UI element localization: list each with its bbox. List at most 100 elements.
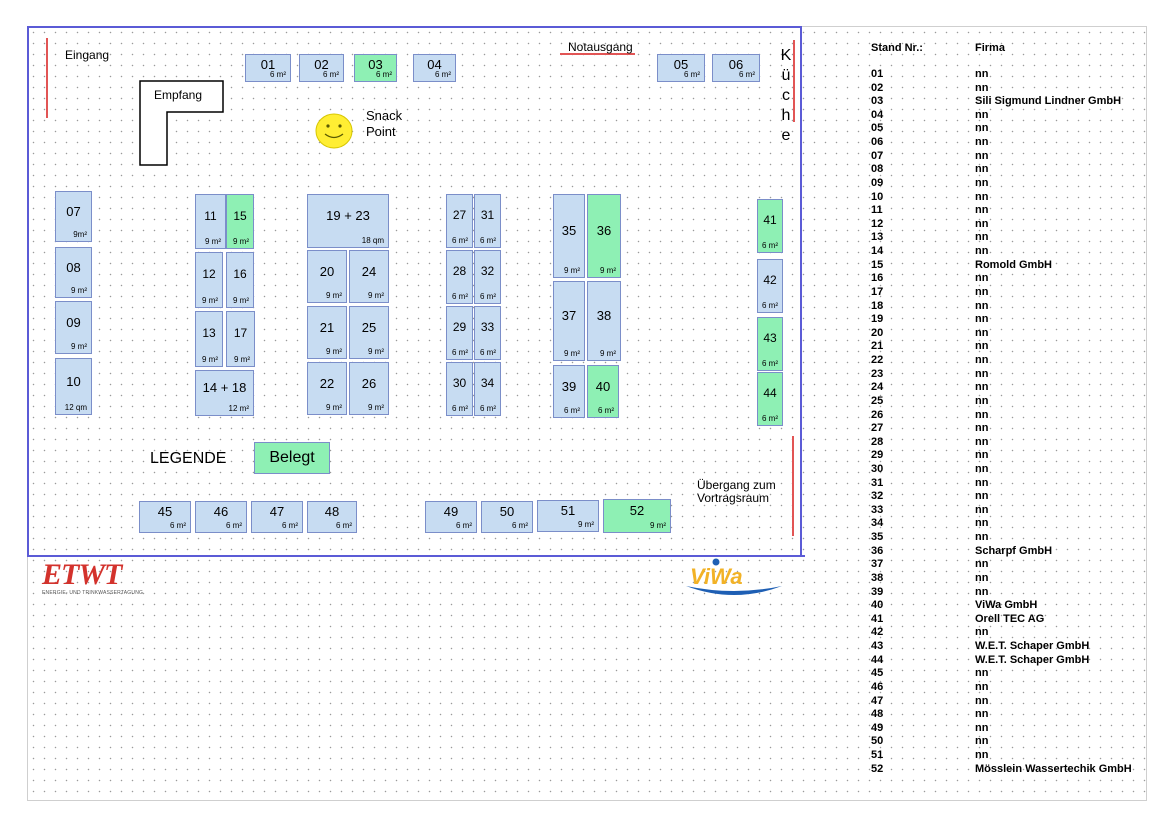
list-company-name: nn	[975, 667, 989, 680]
stand-38: 38 9 m²	[587, 281, 621, 361]
list-stand-number: 39	[871, 585, 884, 598]
stand-area: 6 m²	[598, 406, 614, 415]
stand-area: 9 m²	[564, 349, 580, 358]
list-stand-number: 27	[871, 422, 884, 435]
stand-area: 12 qm	[64, 403, 87, 412]
stand-08: 08 9 m²	[55, 247, 92, 298]
list-company-name: nn	[975, 531, 989, 544]
list-stand-number: 40	[871, 599, 884, 612]
list-company-name: nn	[975, 449, 989, 462]
stand-32: 32 6 m²	[474, 250, 501, 304]
list-company-name: Mösslein Wassertechik GmbH	[975, 762, 1132, 775]
stand-33: 33 6 m²	[474, 306, 501, 360]
stand-50: 50 6 m²	[481, 501, 533, 533]
list-stand-number: 18	[871, 299, 884, 312]
stand-42: 42 6 m²	[757, 259, 783, 313]
list-company-name: nn	[975, 163, 989, 176]
stand-number: 37	[561, 308, 577, 323]
etwt-logo-mark: ETWT	[42, 558, 122, 591]
list-stand-number: 03	[871, 95, 884, 108]
list-header-company: Firma	[975, 42, 1005, 54]
stand-31: 31 6 m²	[474, 194, 501, 248]
stand-number: 29	[452, 320, 467, 334]
stand-30: 30 6 m²	[446, 362, 473, 416]
stand-area: 9m²	[73, 230, 87, 239]
list-stand-number: 41	[871, 612, 884, 625]
stand-area: 6 m²	[762, 301, 778, 310]
stand-28: 28 6 m²	[446, 250, 473, 304]
emergency-exit-label: Notausgang	[568, 40, 633, 54]
stand-area: 9 m²	[202, 355, 218, 364]
stand-number: 39	[561, 379, 577, 394]
list-stand-number: 30	[871, 462, 884, 475]
stand-area: 6 m²	[452, 236, 468, 245]
stand-16: 16 9 m²	[226, 252, 254, 308]
stand-area: 6 m²	[376, 70, 392, 79]
stand-area: 9 m²	[600, 266, 616, 275]
stand-number: 41	[763, 213, 777, 227]
stand-number: 35	[561, 223, 577, 238]
snack-point-smiley-icon	[315, 113, 353, 149]
stand-04: 04 6 m²	[413, 54, 456, 82]
list-company-name: nn	[975, 354, 989, 367]
stand-area: 6 m²	[170, 521, 186, 530]
legend-occupied-swatch: Belegt	[254, 442, 330, 474]
list-company-name: Romold GmbH	[975, 258, 1052, 271]
stand-45: 45 6 m²	[139, 501, 191, 533]
list-company-name: nn	[975, 122, 989, 135]
stand-area: 6 m²	[739, 70, 755, 79]
stand-number: 34	[480, 376, 495, 390]
stand-17: 17 9 m²	[226, 311, 255, 367]
entrance-label: Eingang	[65, 48, 110, 62]
list-company-name: nn	[975, 299, 989, 312]
stand-area: 9 m²	[564, 266, 580, 275]
stand-number: 24	[361, 264, 377, 279]
stand-49: 49 6 m²	[425, 501, 477, 533]
list-stand-number: 01	[871, 68, 884, 80]
list-company-name: ViWa GmbH	[975, 599, 1038, 612]
stand-number: 12	[202, 267, 216, 281]
snack-point-label-2: Point	[366, 124, 396, 139]
list-stand-number: 26	[871, 408, 884, 421]
stand-number: 27	[452, 208, 467, 222]
stand-area: 9 m²	[233, 296, 249, 305]
list-company-name: nn	[975, 435, 989, 448]
list-stand-number: 43	[871, 640, 884, 653]
stand-area: 12 m²	[228, 404, 249, 413]
list-company-name: nn	[975, 394, 989, 407]
stand-34: 34 6 m²	[474, 362, 501, 416]
stand-area: 9 m²	[368, 291, 384, 300]
stand-area: 6 m²	[452, 348, 468, 357]
stand-area: 9 m²	[234, 355, 250, 364]
list-company-name: nn	[975, 503, 989, 516]
list-company-name: nn	[975, 68, 989, 80]
list-company-name: nn	[975, 136, 989, 149]
stand-number: 07	[66, 204, 81, 219]
stand-area: 9 m²	[71, 342, 87, 351]
stand-11: 11 9 m²	[195, 194, 226, 249]
stand-number: 14 + 18	[202, 380, 247, 395]
stand-12: 12 9 m²	[195, 252, 223, 308]
stand-area: 6 m²	[452, 292, 468, 301]
stand-area: 9 m²	[71, 286, 87, 295]
list-stand-number: 48	[871, 708, 884, 721]
list-company-name: nn	[975, 367, 989, 380]
stand-number: 15	[233, 209, 247, 223]
list-stand-number: 16	[871, 272, 884, 285]
list-stand-number: 29	[871, 449, 884, 462]
stand-22: 22 9 m²	[307, 362, 347, 415]
stand-05: 05 6 m²	[657, 54, 705, 82]
list-stand-number: 49	[871, 721, 884, 734]
stand-24: 24 9 m²	[349, 250, 389, 303]
list-stand-number: 50	[871, 735, 884, 748]
stand-area: 6 m²	[435, 70, 451, 79]
stand-area: 6 m²	[282, 521, 298, 530]
stand-area: 9 m²	[578, 520, 594, 529]
stand-area: 6 m²	[762, 359, 778, 368]
list-stand-number: 05	[871, 122, 884, 135]
stand-number: 26	[361, 376, 377, 391]
transition-door-line	[792, 436, 794, 536]
list-company-name: nn	[975, 190, 989, 203]
list-company-name: nn	[975, 735, 989, 748]
list-stand-number: 02	[871, 81, 884, 94]
